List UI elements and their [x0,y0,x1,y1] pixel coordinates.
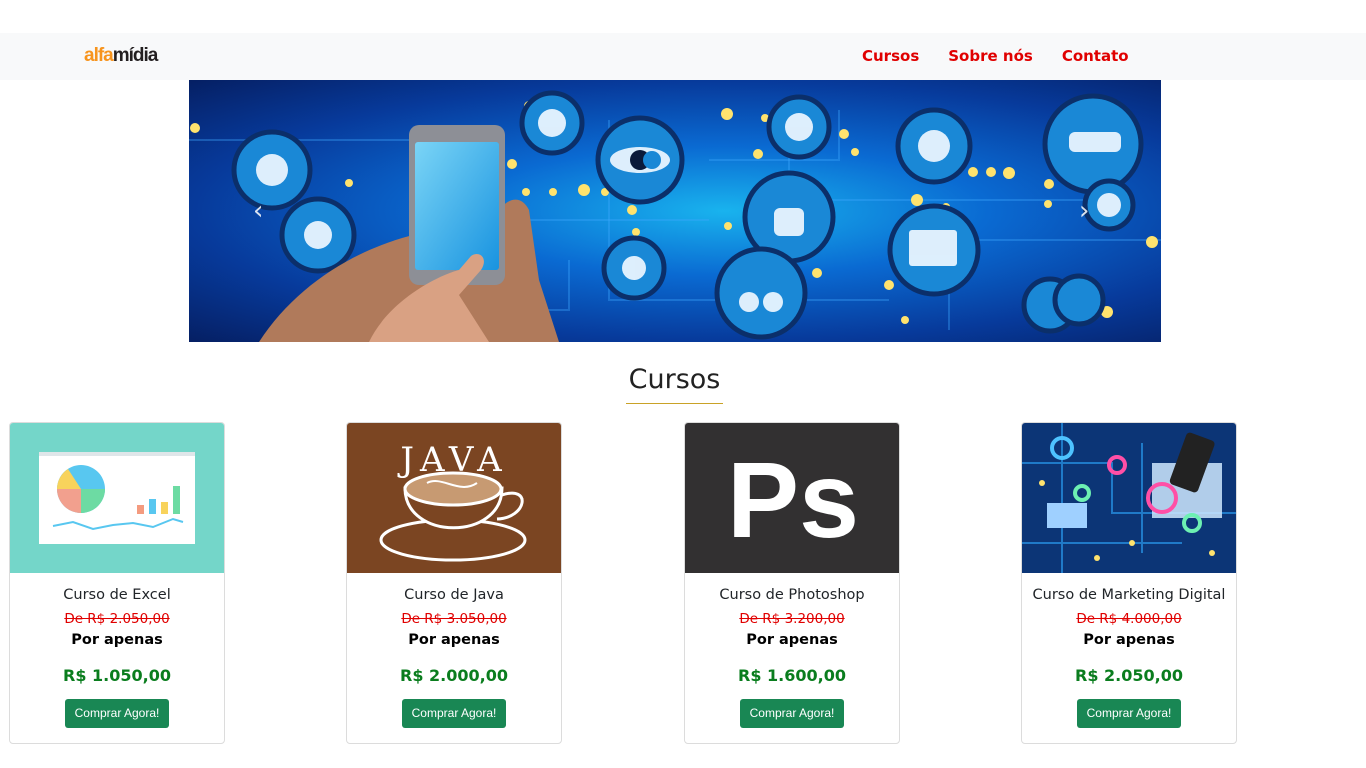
course-image-marketing-digital [1022,423,1236,573]
course-title: Curso de Marketing Digital [1032,587,1226,603]
course-label: Por apenas [1083,632,1175,648]
course-card-java: JAVA Curso de Java De R$ 3.050,00 Por ap… [346,422,562,744]
course-price: R$ 2.000,00 [400,666,508,685]
carousel-image [189,90,1161,342]
buy-button-java[interactable]: Comprar Agora! [401,699,507,728]
course-price: R$ 2.050,00 [1075,666,1183,685]
course-card-marketing-digital: Curso de Marketing Digital De R$ 4.000,0… [1021,422,1237,744]
section-title: Cursos [628,364,721,395]
logo-midia: mídia [112,45,159,66]
buy-button-excel[interactable]: Comprar Agora! [64,699,170,728]
nav-links: Cursos Sobre nós Contato [862,47,1158,66]
chevron-right-icon[interactable]: › [1079,196,1089,226]
course-title: Curso de Excel [63,587,171,603]
course-old-price: De R$ 2.050,00 [64,611,170,627]
course-label: Por apenas [408,632,500,648]
course-image-java: JAVA [347,423,561,573]
photoshop-image-text: Ps [727,439,859,560]
course-title: Curso de Java [404,587,504,603]
buy-button-marketing-digital[interactable]: Comprar Agora! [1076,699,1182,728]
course-image-excel [10,423,224,573]
nav-link-sobre-nos[interactable]: Sobre nós [948,47,1033,66]
course-price: R$ 1.050,00 [63,666,171,685]
course-card-excel: Curso de Excel De R$ 2.050,00 Por apenas… [9,422,225,744]
course-label: Por apenas [746,632,838,648]
buy-button-photoshop[interactable]: Comprar Agora! [739,699,845,728]
navbar: alfamídia Cursos Sobre nós Contato [0,33,1366,80]
course-label: Por apenas [71,632,163,648]
course-old-price: De R$ 3.050,00 [401,611,507,627]
title-underline [626,403,723,404]
nav-link-contato[interactable]: Contato [1062,47,1129,66]
course-title: Curso de Photoshop [719,587,865,603]
course-price: R$ 1.600,00 [738,666,846,685]
chevron-left-icon[interactable]: ‹ [253,196,263,226]
hero-carousel[interactable]: ‹ › [189,80,1161,342]
course-old-price: De R$ 4.000,00 [1076,611,1182,627]
brand-logo[interactable]: alfamídia [84,44,159,68]
nav-link-cursos[interactable]: Cursos [862,47,919,66]
course-card-photoshop: Ps Curso de Photoshop De R$ 3.200,00 Por… [684,422,900,744]
logo-alfa: alfa [84,45,114,66]
course-old-price: De R$ 3.200,00 [739,611,845,627]
course-image-photoshop: Ps [685,423,899,573]
